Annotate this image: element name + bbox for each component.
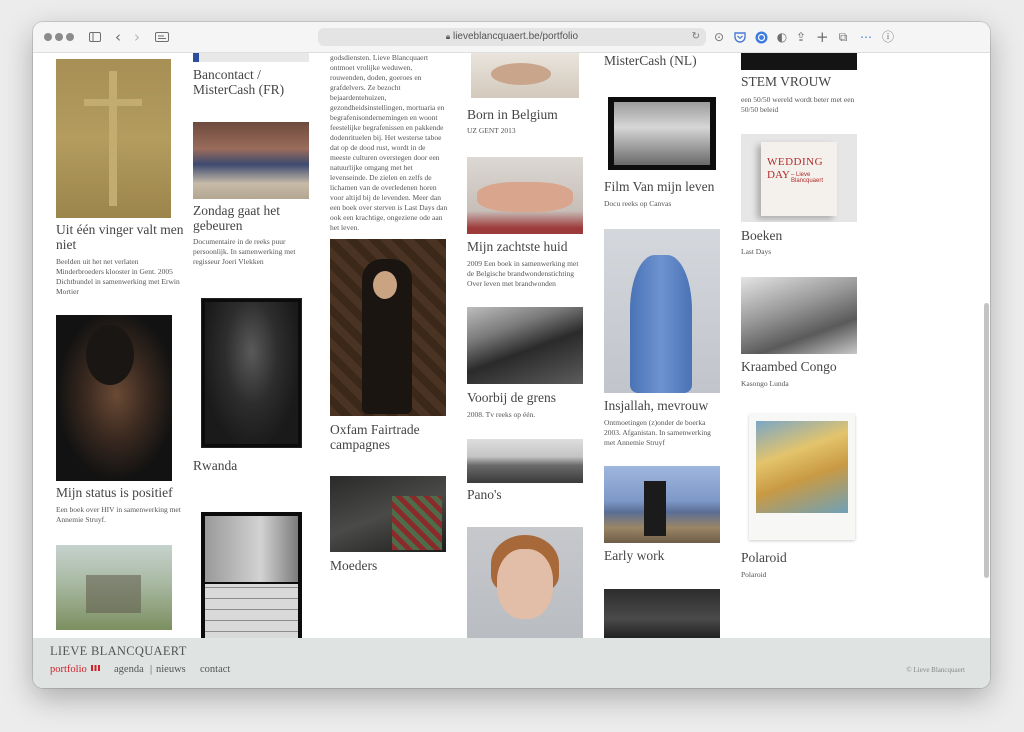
site-brand[interactable]: LIEVE BLANCQUAERT (50, 644, 187, 659)
item-title[interactable]: Born in Belgium (467, 107, 597, 122)
nav-agenda[interactable]: agenda (114, 664, 144, 675)
elderly-woman-photo[interactable] (467, 527, 583, 638)
item-description: een 50/50 wereld wordt beter met een 50/… (741, 95, 855, 114)
item-description: 2009 Een boek in samenwerking met de Bel… (467, 259, 579, 288)
forward-icon[interactable]: › (131, 29, 143, 45)
nav-nieuws[interactable]: nieuws (156, 664, 186, 675)
password-icon[interactable] (754, 29, 768, 45)
item-title[interactable]: Oxfam Fairtrade campagnes (330, 422, 460, 452)
item-title[interactable]: Voorbij de grens (467, 390, 597, 405)
browser-window: ‹ › 🔒︎ lieveblancquaert.be/portfolio ↻ ⊙… (33, 22, 990, 688)
film-strip-photo[interactable] (201, 512, 302, 638)
url-text: lieveblancquaert.be/portfolio (452, 31, 579, 42)
item-description: Documentaire in de reeks puur persoonlij… (193, 237, 296, 266)
rwanda-photo[interactable] (201, 298, 302, 448)
scrollbar-thumb[interactable] (984, 303, 989, 578)
kraambed-congo-photo[interactable] (741, 277, 857, 354)
nav-contact[interactable]: contact (200, 664, 230, 675)
nav-portfolio[interactable]: portfolio (50, 664, 101, 675)
book-cover-photo[interactable]: WEDDING DAY – Lieve Blancquaert (741, 134, 857, 222)
copyright: © Lieve Blancquaert (906, 666, 965, 674)
book-cover-title-2: DAY (767, 169, 790, 181)
zachtste-huid-photo[interactable] (467, 157, 583, 234)
book-cover-author: – Lieve Blancquaert (791, 172, 824, 184)
born-in-belgium-photo[interactable] (471, 53, 579, 98)
cross-photo[interactable] (56, 59, 171, 218)
info-icon[interactable]: ⓘ (882, 29, 894, 45)
item-title[interactable]: Rwanda (193, 458, 323, 473)
pocket-icon[interactable] (733, 29, 747, 45)
item-title[interactable]: MisterCash (NL) (604, 53, 734, 68)
browser-toolbar: ‹ › 🔒︎ lieveblancquaert.be/portfolio ↻ ⊙… (33, 22, 990, 53)
item-title[interactable]: Insjallah, mevrouw (604, 398, 734, 413)
film-van-mijn-leven-photo[interactable] (608, 97, 716, 170)
item-description: Beelden uit het net verlaten Minderbroed… (56, 257, 180, 296)
item-title[interactable]: Mijn status is positief (56, 485, 186, 500)
item-title[interactable]: Bancontact / MisterCash (FR) (193, 67, 323, 97)
sidebar-icon[interactable] (88, 29, 102, 45)
dark-photo[interactable] (604, 589, 720, 638)
item-title[interactable]: Film Van mijn leven (604, 179, 734, 194)
minimize-window-dot[interactable] (55, 33, 63, 41)
zoom-window-dot[interactable] (66, 33, 74, 41)
item-description: godsdiensten. Lieve Blancquaert ontmoet … (330, 53, 448, 232)
panos-photo[interactable] (467, 439, 583, 483)
burka-photo[interactable] (604, 229, 720, 393)
early-work-photo[interactable] (604, 466, 720, 543)
couple-bed-photo[interactable] (193, 122, 309, 199)
new-tab-icon[interactable]: + (816, 29, 829, 45)
item-title[interactable]: Kraambed Congo (741, 359, 871, 374)
tabs-overview-icon[interactable]: ⧉ (837, 29, 849, 45)
item-description: Een boek over HIV in samenwerking met An… (56, 505, 181, 524)
item-title[interactable]: STEM VROUW (741, 74, 871, 89)
stem-vrouw-photo[interactable] (741, 53, 857, 70)
item-title[interactable]: Uit één vinger valt men niet (56, 222, 186, 252)
close-window-dot[interactable] (44, 33, 52, 41)
moeders-photo[interactable] (330, 476, 446, 552)
voorbij-de-grens-photo[interactable] (467, 307, 583, 384)
item-title[interactable]: Moeders (330, 558, 460, 573)
item-description: 2008. Tv reeks op één. (467, 410, 536, 419)
book-cover-title-1: WEDDING (767, 156, 824, 168)
item-description: Ontmoetingen (z)onder de boerka 2003. Af… (604, 418, 711, 447)
shield-icon[interactable]: ◐ (776, 29, 788, 45)
nav-separator: | (150, 664, 153, 675)
item-title[interactable]: Early work (604, 548, 734, 563)
couple-bench-photo[interactable] (56, 545, 172, 630)
nav-portfolio-label: portfolio (50, 664, 87, 675)
back-icon[interactable]: ‹ (112, 29, 124, 45)
lock-icon: 🔒︎ (445, 32, 451, 41)
portrait-photo[interactable] (56, 315, 172, 481)
item-title[interactable]: Pano's (467, 487, 597, 502)
grid-icon (91, 665, 101, 671)
share-icon[interactable]: ⇪ (795, 29, 807, 45)
extension-icon[interactable]: ⋯ (859, 29, 873, 45)
polaroid-photo[interactable] (749, 414, 855, 540)
item-title[interactable]: Boeken (741, 228, 871, 243)
reader-icon[interactable] (154, 29, 170, 45)
item-title[interactable]: Polaroid (741, 550, 871, 565)
download-icon[interactable]: ⊙ (713, 29, 725, 45)
item-description: Kasongo Lunda (741, 379, 789, 388)
address-bar[interactable]: 🔒︎ lieveblancquaert.be/portfolio ↻ (318, 28, 706, 46)
oxfam-photo[interactable] (330, 239, 446, 416)
reload-icon[interactable]: ↻ (692, 28, 700, 46)
bancontact-photo[interactable] (193, 53, 309, 62)
item-title[interactable]: Zondag gaat het gebeuren (193, 203, 323, 233)
item-title[interactable]: Mijn zachtste huid (467, 239, 597, 254)
item-description: UZ GENT 2013 (467, 126, 516, 135)
item-description: Last Days (741, 247, 772, 256)
site-footer: LIEVE BLANCQUAERT portfolio agenda | nie… (33, 638, 990, 688)
item-description: Docu reeks op Canvas (604, 199, 672, 208)
portfolio-grid: Uit één vinger valt men niet Beelden uit… (33, 53, 990, 638)
item-description: Polaroid (741, 570, 767, 579)
